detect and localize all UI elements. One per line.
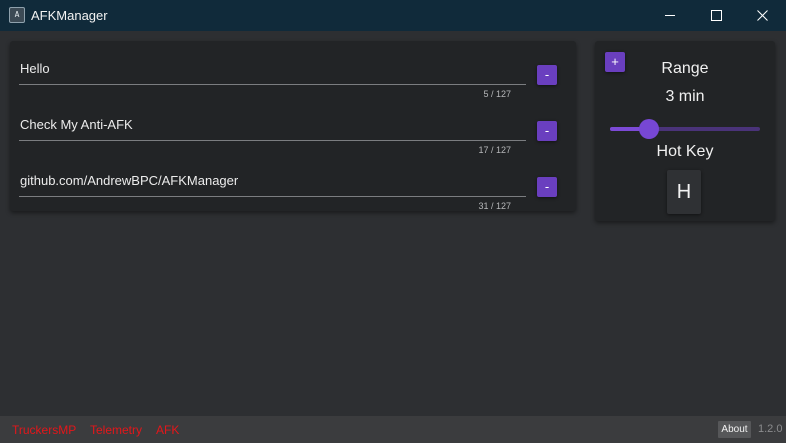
about-button[interactable]: About [718,421,751,438]
status-truckersmp: TruckersMP [12,423,77,437]
maximize-button[interactable] [693,0,739,31]
hotkey-label: Hot Key [656,143,714,160]
message-input[interactable]: Check My Anti-AFK [20,117,133,132]
input-underline [19,84,526,85]
maximize-icon [710,10,722,21]
status-telemetry: Telemetry [90,423,143,437]
hotkey-button[interactable]: H [667,170,701,214]
message-row: Hello 5 / 127 - [10,47,576,103]
status-afk: AFK [156,423,180,437]
range-label: Range [661,60,709,77]
input-underline [19,140,526,141]
version-label: 1.2.0 [758,423,783,435]
slider-thumb[interactable] [639,119,659,139]
close-icon [756,10,768,21]
message-input[interactable]: Hello [20,61,50,76]
messages-panel: Hello 5 / 127 - Check My Anti-AFK 17 / 1… [10,41,576,211]
message-input[interactable]: github.com/AndrewBPC/AFKManager [20,173,238,188]
app-window: A AFKManager Hello 5 / 127 - Check My An… [0,0,786,443]
minimize-button[interactable] [647,0,693,31]
title-bar[interactable]: A AFKManager [0,0,786,31]
close-button[interactable] [739,0,785,31]
character-counter: 31 / 127 [478,201,511,211]
settings-panel: + Range 3 min Hot Key H [595,41,775,221]
minimize-icon [664,15,675,16]
range-value: 3 min [665,88,705,105]
character-counter: 17 / 127 [478,145,511,155]
remove-message-button[interactable]: - [537,65,557,85]
window-title: AFKManager [31,8,108,23]
status-bar: TruckersMP Telemetry AFK About 1.2.0 [0,416,786,443]
message-row: Check My Anti-AFK 17 / 127 - [10,103,576,159]
character-counter: 5 / 127 [483,89,511,99]
remove-message-button[interactable]: - [537,121,557,141]
remove-message-button[interactable]: - [537,177,557,197]
range-slider[interactable] [610,119,760,139]
app-icon: A [9,7,25,23]
input-underline [19,196,526,197]
message-row: github.com/AndrewBPC/AFKManager 31 / 127… [10,159,576,215]
